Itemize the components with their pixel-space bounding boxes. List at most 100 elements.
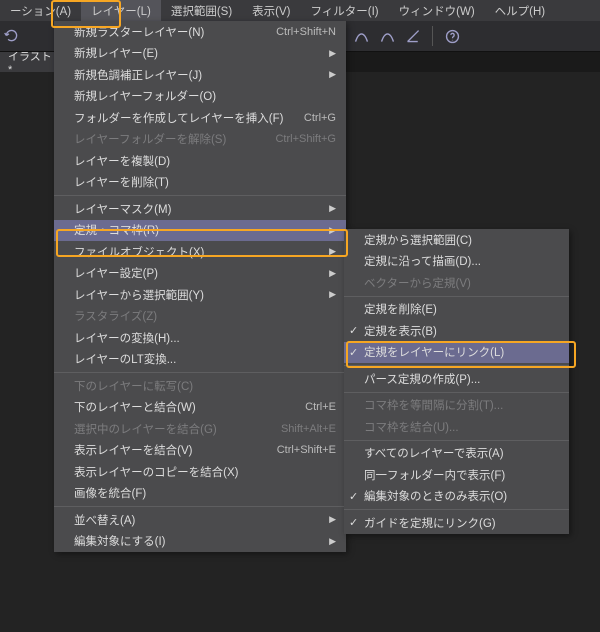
menu-item: 下のレイヤーに転写(C): [54, 375, 346, 397]
menu-item: コマ枠を結合(U)...: [344, 416, 569, 438]
menu-item-label: ラスタライズ(Z): [74, 308, 336, 324]
menu-item-label: 下のレイヤーに転写(C): [74, 378, 336, 394]
menu-item[interactable]: 表示レイヤーを結合(V) Ctrl+Shift+E: [54, 440, 346, 462]
submenu-arrow-icon: ▶: [329, 69, 336, 80]
menu-item[interactable]: 同一フォルダー内で表示(F): [344, 464, 569, 486]
check-icon: ✓: [349, 324, 358, 337]
menu-filter[interactable]: フィルター(I): [301, 0, 389, 22]
menu-item-label: 新規レイヤーフォルダー(O): [74, 88, 336, 104]
ruler-submenu[interactable]: 定規から選択範囲(C) 定規に沿って描画(D)... ベクターから定規(V) 定規を削…: [344, 229, 569, 534]
menu-item[interactable]: 新規色調補正レイヤー(J)▶: [54, 64, 346, 86]
menu-item: コマ枠を等間隔に分割(T)...: [344, 395, 569, 417]
menu-item[interactable]: 新規ラスターレイヤー(N) Ctrl+Shift+N: [54, 21, 346, 43]
submenu-arrow-icon: ▶: [329, 289, 336, 300]
menu-item[interactable]: すべてのレイヤーで表示(A): [344, 443, 569, 465]
menu-item-label: 同一フォルダー内で表示(F): [364, 467, 559, 483]
menu-item-label: レイヤーマスク(M): [74, 201, 329, 217]
menu-item[interactable]: ✓定規をレイヤーにリンク(L): [344, 342, 569, 364]
tab-label: イラスト*: [8, 48, 53, 76]
submenu-arrow-icon: ▶: [329, 246, 336, 257]
menu-window[interactable]: ウィンドウ(W): [389, 0, 485, 22]
menu-item[interactable]: パース定規の作成(P)...: [344, 368, 569, 390]
menu-item[interactable]: 定規を削除(E): [344, 299, 569, 321]
menu-item-label: 定規を削除(E): [364, 301, 559, 317]
layer-dropdown[interactable]: 新規ラスターレイヤー(N) Ctrl+Shift+N 新規レイヤー(E)▶新規色調補…: [54, 21, 346, 552]
menu-item-label: ガイドを定規にリンク(G): [364, 515, 559, 531]
menu-selection[interactable]: 選択範囲(S): [161, 0, 242, 22]
menu-item[interactable]: 下のレイヤーと結合(W) Ctrl+E: [54, 397, 346, 419]
menu-item[interactable]: ✓ ガイドを定規にリンク(G): [344, 512, 569, 534]
angle-icon[interactable]: [402, 25, 424, 47]
check-icon: ✓: [349, 490, 358, 503]
shortcut-label: Ctrl+Shift+E: [277, 444, 336, 456]
menu-item[interactable]: 定規・コマ枠(R)▶: [54, 220, 346, 242]
menu-view[interactable]: 表示(V): [242, 0, 300, 22]
menu-item[interactable]: レイヤーの変換(H)...: [54, 327, 346, 349]
menu-item[interactable]: 新規レイヤーフォルダー(O): [54, 86, 346, 108]
menubar[interactable]: ーション(A) レイヤー(L) 選択範囲(S) 表示(V) フィルター(I) ウ…: [0, 0, 600, 21]
menu-item[interactable]: 新規レイヤー(E)▶: [54, 43, 346, 65]
menu-item-label: 表示レイヤーのコピーを結合(X): [74, 464, 336, 480]
menu-item[interactable]: 定規に沿って描画(D)...: [344, 251, 569, 273]
menu-item-label: フォルダーを作成してレイヤーを挿入(F): [74, 110, 284, 126]
menu-item-label: コマ枠を等間隔に分割(T)...: [364, 397, 559, 413]
help-icon[interactable]: [441, 25, 463, 47]
menu-item: ラスタライズ(Z): [54, 306, 346, 328]
menu-item[interactable]: レイヤーから選択範囲(Y)▶: [54, 284, 346, 306]
menu-item-label: レイヤーを複製(D): [74, 153, 336, 169]
menu-help[interactable]: ヘルプ(H): [485, 0, 555, 22]
menu-item-label: 定規をレイヤーにリンク(L): [364, 344, 559, 360]
menu-item[interactable]: レイヤー設定(P)▶: [54, 263, 346, 285]
menu-item[interactable]: レイヤーを複製(D): [54, 150, 346, 172]
menu-layer[interactable]: レイヤー(L): [81, 0, 161, 22]
menu-item-label: パース定規の作成(P)...: [364, 371, 559, 387]
submenu-arrow-icon: ▶: [329, 203, 336, 214]
submenu-arrow-icon: ▶: [329, 514, 336, 525]
curve2-icon[interactable]: [376, 25, 398, 47]
menu-item-label: 新規ラスターレイヤー(N): [74, 24, 256, 40]
menu-item[interactable]: レイヤーのLT変換...: [54, 349, 346, 371]
menu-item-label: すべてのレイヤーで表示(A): [364, 445, 559, 461]
menu-item[interactable]: レイヤーを削除(T): [54, 172, 346, 194]
menu-item[interactable]: ✓編集対象のときのみ表示(O): [344, 486, 569, 508]
check-icon: ✓: [349, 516, 358, 529]
document-tab[interactable]: イラスト*: [0, 52, 61, 72]
submenu-arrow-icon: ▶: [329, 225, 336, 236]
menu-item-label: 定規から選択範囲(C): [364, 232, 559, 248]
menu-item-label: 下のレイヤーと結合(W): [74, 399, 285, 415]
shortcut-label: Ctrl+Shift+N: [276, 26, 336, 38]
menu-item-label: 定規に沿って描画(D)...: [364, 253, 559, 269]
shortcut-label: Ctrl+G: [304, 112, 336, 124]
menu-item[interactable]: 編集対象にする(I)▶: [54, 531, 346, 553]
menu-item-label: レイヤーから選択範囲(Y): [74, 287, 329, 303]
menu-item[interactable]: 表示レイヤーのコピーを結合(X): [54, 461, 346, 483]
menu-item[interactable]: ✓定規を表示(B): [344, 320, 569, 342]
menu-item: レイヤーフォルダーを解除(S)Ctrl+Shift+G: [54, 129, 346, 151]
menu-item[interactable]: 画像を統合(F): [54, 483, 346, 505]
menu-animation[interactable]: ーション(A): [0, 0, 81, 22]
menu-item[interactable]: 並べ替え(A)▶: [54, 509, 346, 531]
menu-item-label: レイヤーのLT変換...: [74, 351, 336, 367]
menu-item-label: レイヤー設定(P): [74, 265, 329, 281]
menu-item: 選択中のレイヤーを結合(G) Shift+Alt+E: [54, 418, 346, 440]
menu-item[interactable]: 定規から選択範囲(C): [344, 229, 569, 251]
submenu-arrow-icon: ▶: [329, 268, 336, 279]
menu-item[interactable]: ファイルオブジェクト(X)▶: [54, 241, 346, 263]
menu-item-label: 選択中のレイヤーを結合(G): [74, 421, 261, 437]
curve-icon[interactable]: [350, 25, 372, 47]
menu-item-label: レイヤーの変換(H)...: [74, 330, 336, 346]
menu-item[interactable]: レイヤーマスク(M)▶: [54, 198, 346, 220]
menu-item-label: 並べ替え(A): [74, 512, 329, 528]
submenu-arrow-icon: ▶: [329, 48, 336, 59]
menu-item-label: 表示レイヤーを結合(V): [74, 442, 257, 458]
menu-item-label: ベクターから定規(V): [364, 275, 559, 291]
shortcut-label: Ctrl+Shift+G: [275, 133, 336, 145]
menu-item-label: レイヤーを削除(T): [74, 174, 336, 190]
shortcut-label: Shift+Alt+E: [281, 423, 336, 435]
submenu-arrow-icon: ▶: [329, 536, 336, 547]
menu-item-label: 定規・コマ枠(R): [74, 222, 329, 238]
menu-item-label: コマ枠を結合(U)...: [364, 419, 559, 435]
undo-icon[interactable]: [0, 24, 22, 46]
menu-item[interactable]: フォルダーを作成してレイヤーを挿入(F) Ctrl+G: [54, 107, 346, 129]
shortcut-label: Ctrl+E: [305, 401, 336, 413]
